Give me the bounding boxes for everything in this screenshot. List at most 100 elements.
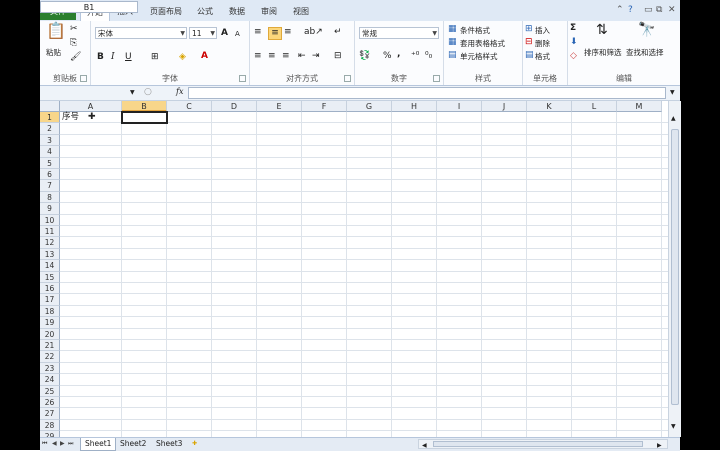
row-header-13[interactable]: 13 [40,248,60,261]
row-header-8[interactable]: 8 [40,191,60,204]
column-header-k[interactable]: K [527,101,572,112]
row-header-21[interactable]: 21 [40,340,60,352]
row-header-23[interactable]: 23 [40,362,60,375]
column-header-e[interactable]: E [257,101,302,112]
conditional-format-icon[interactable]: ▦ [448,24,457,35]
row-header-14[interactable]: 14 [40,260,60,272]
alignment-launcher-icon[interactable] [344,75,351,82]
cut-icon[interactable]: ✂ [70,24,78,35]
tab-view[interactable]: 视图 [288,3,314,20]
column-header-j[interactable]: J [482,101,527,112]
format-painter-icon[interactable]: 🖌 [70,52,81,63]
row-header-2[interactable]: 2 [40,123,60,135]
cell-a1[interactable]: 序号 [62,112,79,123]
italic-button[interactable]: I [111,52,115,63]
tab-data[interactable]: 数据 [224,3,250,20]
minimize-icon[interactable]: ▭ [644,5,653,15]
insert-function-icon[interactable]: fx [176,87,183,96]
paste-label[interactable]: 粘贴 [46,47,61,58]
align-bottom-icon[interactable]: ≡ [284,27,292,38]
find-select-button[interactable]: 查找和选择 [626,47,664,58]
shrink-font-icon[interactable]: A [235,29,240,40]
clear-icon[interactable]: ◇ [570,51,577,62]
row-header-1[interactable]: 1 [40,112,60,124]
column-header-a[interactable]: A [60,101,122,112]
increase-decimal-icon[interactable]: ⁺⁰ [411,51,419,62]
paste-icon[interactable]: 📋 [46,23,66,39]
first-sheet-icon[interactable]: ⏮ [42,440,47,448]
percent-button[interactable]: % [383,51,392,62]
column-header-g[interactable]: G [347,101,392,112]
row-header-16[interactable]: 16 [40,283,60,295]
close-icon[interactable]: ✕ [668,5,676,15]
delete-cells-button[interactable]: 删除 [535,38,550,49]
collapse-ribbon-icon[interactable]: ⌃ [616,5,624,15]
sheet-tab-1[interactable]: Sheet1 [80,438,117,451]
grow-font-icon[interactable]: A [221,28,228,39]
number-format-combo[interactable]: 常规 ▼ [359,27,439,39]
find-select-icon[interactable]: 🔭 [638,23,655,37]
spreadsheet-grid[interactable]: A B C D E F G H I J K L M 1 2 3 4 5 6 7 8 9 10 11 12 13 14 15 16 17 18… [40,101,668,437]
vertical-scroll-thumb[interactable] [671,129,679,405]
autosum-icon[interactable]: Σ [570,23,576,34]
row-header-6[interactable]: 6 [40,169,60,181]
column-header-h[interactable]: H [392,101,437,112]
table-format-button[interactable]: 套用表格格式 [460,38,505,49]
row-header-10[interactable]: 10 [40,214,60,226]
row-header-12[interactable]: 12 [40,237,60,249]
row-header-3[interactable]: 3 [40,134,60,147]
align-top-icon[interactable]: ≡ [254,27,262,38]
select-all-corner[interactable] [40,101,60,112]
fill-icon[interactable]: ⬇ [570,37,578,48]
orientation-icon[interactable]: ab↗ [304,27,323,38]
row-header-7[interactable]: 7 [40,180,60,192]
row-header-20[interactable]: 20 [40,328,60,340]
sort-filter-button[interactable]: 排序和筛选 [584,47,622,58]
expand-formula-bar-icon[interactable]: ▼ [670,87,675,98]
row-header-5[interactable]: 5 [40,157,60,169]
merge-center-icon[interactable]: ⊟ [334,51,342,62]
tab-formulas[interactable]: 公式 [192,3,218,20]
row-header-26[interactable]: 26 [40,397,60,409]
align-middle-icon[interactable]: ≡ [268,27,282,40]
decrease-indent-icon[interactable]: ⇤ [298,51,306,62]
delete-cells-icon[interactable]: ⊟ [525,37,533,48]
row-header-24[interactable]: 24 [40,374,60,386]
scroll-left-icon[interactable]: ◀ [422,440,427,451]
sheet-tab-3[interactable]: Sheet3 [152,438,186,450]
font-color-icon[interactable]: A [201,51,208,62]
help-icon[interactable]: ? [628,5,633,15]
tab-review[interactable]: 审阅 [256,3,282,20]
row-header-18[interactable]: 18 [40,305,60,318]
formula-input[interactable] [188,87,666,99]
align-center-icon[interactable]: ≡ [268,51,276,62]
comma-button[interactable]: , [397,49,400,60]
row-header-22[interactable]: 22 [40,351,60,363]
tab-page-layout[interactable]: 页面布局 [144,3,188,20]
font-launcher-icon[interactable] [239,75,246,82]
horizontal-scrollbar[interactable]: ◀ ▶ [418,439,668,449]
font-size-combo[interactable]: 11 ▼ [189,27,217,39]
column-header-i[interactable]: I [437,101,482,112]
insert-cells-button[interactable]: 插入 [535,25,550,36]
last-sheet-icon[interactable]: ⏭ [68,440,73,448]
row-header-27[interactable]: 27 [40,408,60,420]
conditional-format-button[interactable]: 条件格式 [460,25,490,36]
row-header-9[interactable]: 9 [40,203,60,215]
table-format-icon[interactable]: ▦ [448,37,457,48]
border-icon[interactable]: ⊞ [151,52,159,63]
scroll-right-icon[interactable]: ▶ [657,440,662,451]
column-header-d[interactable]: D [212,101,257,112]
name-box[interactable]: B1 [40,1,138,13]
underline-button[interactable]: U [125,52,132,63]
decrease-decimal-icon[interactable]: ⁰₀ [425,51,432,62]
column-header-m[interactable]: M [617,101,662,112]
cell-styles-button[interactable]: 单元格样式 [460,51,498,62]
align-left-icon[interactable]: ≡ [254,51,262,62]
sort-filter-icon[interactable]: ⇅ [596,23,608,37]
row-header-11[interactable]: 11 [40,226,60,238]
clipboard-launcher-icon[interactable] [80,75,87,82]
format-cells-icon[interactable]: ▤ [525,50,534,61]
currency-icon[interactable]: 💱 [359,51,370,62]
number-launcher-icon[interactable] [433,75,440,82]
